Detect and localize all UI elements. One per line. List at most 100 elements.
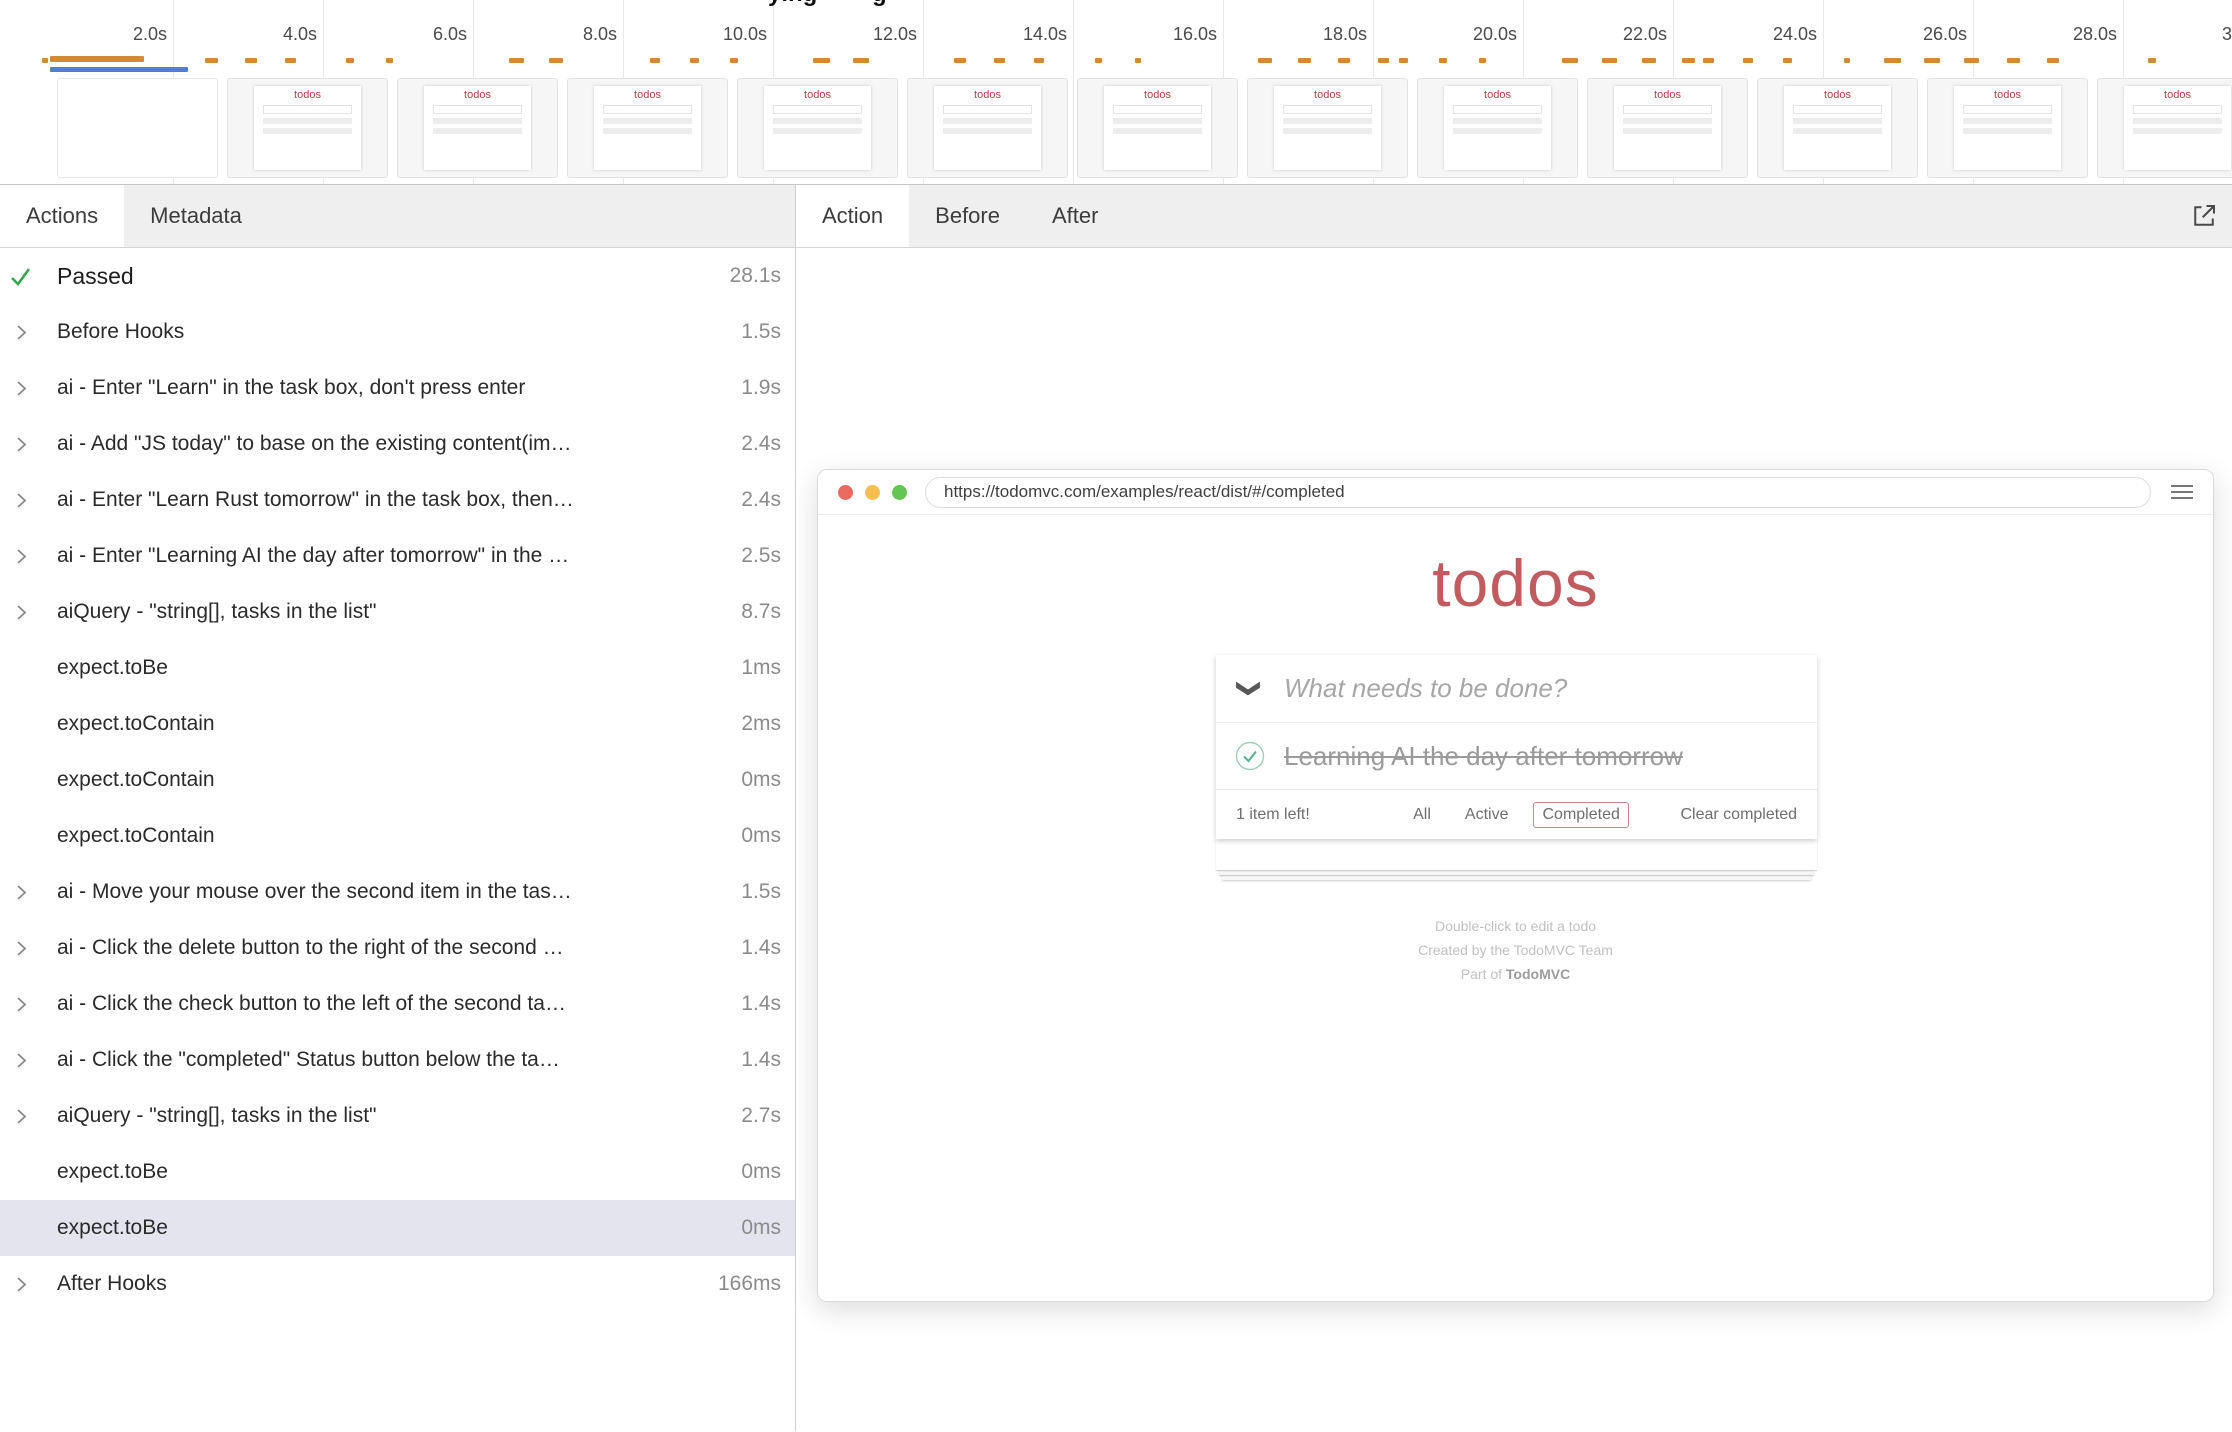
expand-chevron-icon[interactable]	[0, 883, 57, 902]
timeline-marker	[1924, 58, 1940, 63]
todo-card: ❯ What needs to be done?	[1216, 655, 1817, 839]
action-row[interactable]: After Hooks166ms	[0, 1256, 795, 1312]
action-duration: 0ms	[741, 768, 781, 792]
thumbnail-line	[773, 128, 862, 134]
action-row[interactable]: ai - Click the delete button to the righ…	[0, 920, 795, 976]
new-todo-row[interactable]: ❯ What needs to be done?	[1216, 655, 1817, 722]
filmstrip-thumbnail[interactable]: todos	[567, 78, 728, 178]
timeline-label: 22.0s	[1623, 24, 1667, 45]
thumbnail-line	[433, 128, 522, 134]
filmstrip-thumbnail[interactable]: todos	[397, 78, 558, 178]
action-row[interactable]: expect.toBe 1ms	[0, 640, 795, 696]
expand-chevron-icon[interactable]	[0, 995, 57, 1014]
filmstrip-thumbnail[interactable]: todos	[2097, 78, 2232, 178]
filmstrip-thumbnail[interactable]	[57, 78, 218, 178]
action-label: expect.toBe	[57, 656, 729, 680]
timeline-marker	[2148, 58, 2156, 63]
thumbnail-title: todos	[254, 89, 361, 101]
action-row[interactable]: expect.toContain 0ms	[0, 752, 795, 808]
thumbnail-line	[603, 105, 692, 114]
filmstrip-thumbnail[interactable]: todos	[907, 78, 1068, 178]
action-row[interactable]: ai - Enter "Learning AI the day after to…	[0, 528, 795, 584]
open-external-icon[interactable]	[2176, 185, 2232, 247]
todo-item[interactable]: Learning AI the day after tomorrow	[1216, 722, 1817, 789]
thumbnail-line	[1623, 105, 1712, 114]
thumbnail-line	[603, 128, 692, 134]
expand-chevron-icon[interactable]	[0, 491, 57, 510]
thumbnail-page: todos	[1104, 86, 1211, 170]
timeline-marker	[1703, 58, 1714, 63]
todo-item-label[interactable]: Learning AI the day after tomorrow	[1284, 741, 1683, 772]
action-row[interactable]: Before Hooks1.5s	[0, 304, 795, 360]
thumbnail-page: todos	[1954, 86, 2061, 170]
tab-actions[interactable]: Actions	[0, 185, 124, 247]
timeline-marker	[1602, 58, 1617, 63]
action-label: expect.toContain	[57, 768, 729, 792]
expand-chevron-icon[interactable]	[0, 323, 57, 342]
action-row[interactable]: ai - Enter "Learn" in the task box, don'…	[0, 360, 795, 416]
browser-snapshot[interactable]: https://todomvc.com/examples/react/dist/…	[817, 469, 2214, 1302]
action-row[interactable]: expect.toBe0ms	[0, 1200, 795, 1256]
tab-action[interactable]: Action	[796, 185, 909, 247]
filmstrip-thumbnail[interactable]: todos	[1927, 78, 2088, 178]
status-duration: 28.1s	[730, 264, 781, 288]
action-row[interactable]: ai - Click the check button to the left …	[0, 976, 795, 1032]
action-duration: 1ms	[741, 656, 781, 680]
action-duration: 2ms	[741, 712, 781, 736]
filmstrip-thumbnail[interactable]: todos	[1587, 78, 1748, 178]
filter-completed[interactable]: Completed	[1533, 802, 1628, 828]
action-row[interactable]: expect.toContain0ms	[0, 808, 795, 864]
toggle-all-icon[interactable]: ❯	[1216, 675, 1284, 702]
menu-icon[interactable]	[2171, 485, 2193, 499]
filmstrip-thumbnail[interactable]: todos	[1077, 78, 1238, 178]
filmstrip-thumbnail[interactable]: todos	[737, 78, 898, 178]
action-label: expect.toBe	[57, 1160, 729, 1184]
todo-checked-icon[interactable]	[1235, 741, 1265, 771]
action-row[interactable]: ai - Click the "completed" Status button…	[0, 1032, 795, 1088]
filmstrip-thumbnail[interactable]: todos	[1247, 78, 1408, 178]
expand-chevron-icon[interactable]	[0, 603, 57, 622]
expand-chevron-icon[interactable]	[0, 1051, 57, 1070]
timeline-marker	[730, 58, 738, 63]
action-row[interactable]: ai - Move your mouse over the second ite…	[0, 864, 795, 920]
tab-before[interactable]: Before	[909, 185, 1026, 247]
timeline-marker	[386, 58, 393, 63]
action-row[interactable]: expect.toBe0ms	[0, 1144, 795, 1200]
expand-chevron-icon[interactable]	[0, 547, 57, 566]
url-bar[interactable]: https://todomvc.com/examples/react/dist/…	[925, 477, 2151, 508]
timeline-action-bar	[50, 56, 144, 62]
filter-all[interactable]: All	[1404, 802, 1440, 828]
timeline-label: 12.0s	[873, 24, 917, 45]
action-row[interactable]: expect.toContain2ms	[0, 696, 795, 752]
thumbnail-line	[263, 118, 352, 124]
thumbnail-line	[1793, 105, 1882, 114]
page-title-fragment-text: g	[872, 0, 887, 7]
timeline[interactable]: 2.0s4.0s6.0s8.0s10.0s12.0s14.0s16.0s18.0…	[0, 0, 2232, 185]
expand-chevron-icon[interactable]	[0, 1275, 57, 1294]
action-duration: 2.7s	[741, 1104, 781, 1128]
thumbnail-title: todos	[1274, 89, 1381, 101]
clear-completed-button[interactable]: Clear completed	[1637, 806, 1797, 824]
timeline-marker	[994, 58, 1005, 63]
thumbnail-line	[1963, 128, 2052, 134]
action-row[interactable]: ai - Add "JS today" to base on the exist…	[0, 416, 795, 472]
expand-chevron-icon[interactable]	[0, 1107, 57, 1126]
action-duration: 1.5s	[741, 320, 781, 344]
expand-chevron-icon[interactable]	[0, 435, 57, 454]
expand-chevron-icon[interactable]	[0, 379, 57, 398]
expand-chevron-icon[interactable]	[0, 939, 57, 958]
filmstrip-thumbnail[interactable]: todos	[1417, 78, 1578, 178]
thumbnail-line	[2133, 105, 2222, 114]
filmstrip-thumbnail[interactable]: todos	[1757, 78, 1918, 178]
action-row[interactable]: ai - Enter "Learn Rust tomorrow" in the …	[0, 472, 795, 528]
timeline-marker	[853, 58, 869, 63]
filter-active[interactable]: Active	[1456, 802, 1518, 828]
tab-after[interactable]: After	[1026, 185, 1124, 247]
tab-metadata[interactable]: Metadata	[124, 185, 268, 247]
info-line: Double-click to edit a todo	[818, 914, 2213, 938]
todo-app-page: todos ❯ What needs to be done?	[818, 515, 2213, 1302]
filmstrip-thumbnail[interactable]: todos	[227, 78, 388, 178]
action-row[interactable]: aiQuery - "string[], tasks in the list"8…	[0, 584, 795, 640]
action-row[interactable]: aiQuery - "string[], tasks in the list"2…	[0, 1088, 795, 1144]
thumbnail-line	[1963, 118, 2052, 124]
